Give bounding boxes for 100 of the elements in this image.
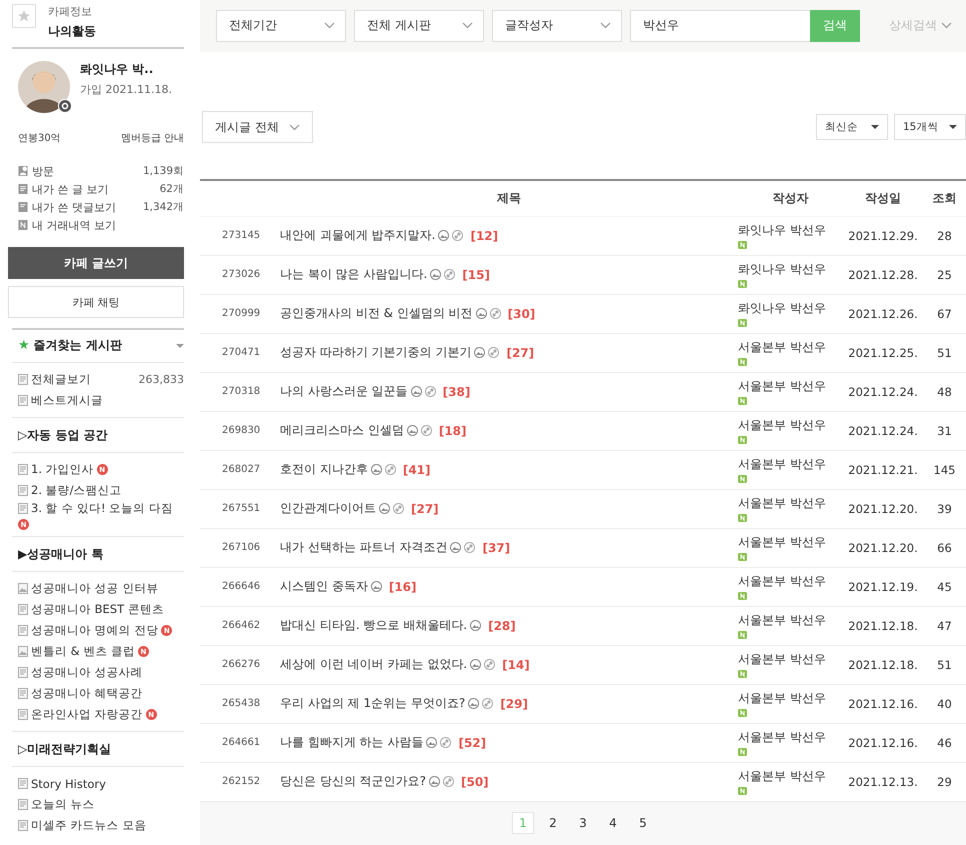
board-link[interactable]: Story History [18, 773, 184, 794]
comment-count-link[interactable]: [16] [388, 580, 416, 594]
post-title-link[interactable]: 공인중개사의 비전 & 인셀덤의 비전 [280, 305, 473, 322]
author-link[interactable]: 서울본부 박선우 [738, 339, 843, 356]
column-header: 제목 [496, 190, 522, 207]
post-title-link[interactable]: 시스템인 중독자 [280, 578, 368, 596]
post-number: 273026 [221, 269, 262, 280]
cafe-chat-button[interactable]: 카페 채팅 [8, 286, 184, 318]
comment-count-link[interactable]: [41] [402, 462, 430, 477]
view-count: 51 [936, 658, 953, 672]
board-link[interactable]: 베스트게시글 [18, 390, 184, 411]
page-link[interactable]: 2 [542, 812, 564, 834]
author-link[interactable]: 서울본부 박선우 [738, 651, 843, 668]
board-select[interactable]: 전체 게시판 [354, 10, 484, 42]
comment-count-link[interactable]: [52] [458, 736, 486, 750]
activity-link[interactable]: 방문 [32, 164, 139, 178]
search-field[interactable]: 박선우 [630, 10, 810, 42]
board-link[interactable]: 오늘의 뉴스 [18, 794, 184, 815]
page-link[interactable]: 5 [632, 812, 654, 834]
author-link[interactable]: 서울본부 박선우 [738, 573, 843, 590]
search-type-select[interactable]: 글작성자 [492, 10, 622, 42]
post-title-link[interactable]: 세상에 이런 네이버 카페는 없었다. [280, 656, 468, 674]
view-count: 51 [936, 346, 953, 360]
board-link[interactable]: 미셀주 카드뉴스 모음 [18, 815, 184, 836]
author-link[interactable]: 서울본부 박선우 [738, 729, 843, 746]
author-link[interactable]: 서울본부 박선우 [738, 495, 843, 512]
activity-link[interactable]: 내 거래내역 보기 [32, 218, 184, 232]
author-link[interactable]: 롸잇나우 박선우 [738, 222, 843, 240]
post-title-link[interactable]: 메리크리스마스 인셀덤 [280, 422, 404, 440]
comment-count-link[interactable]: [50] [461, 774, 489, 789]
post-title-link[interactable]: 나의 사랑스러운 일꾼들 [280, 383, 408, 400]
board-link[interactable]: 전체글보기 263,833 [18, 369, 184, 390]
chevron-down-icon [462, 22, 473, 30]
chevron-down-icon [941, 22, 952, 30]
comment-count-link[interactable]: [28] [488, 618, 516, 633]
comment-count-link[interactable]: [38] [442, 384, 470, 399]
author-link[interactable]: 서울본부 박선우 [738, 456, 843, 474]
sort-select[interactable]: 최신순 [816, 114, 888, 140]
author-link[interactable]: 서울본부 박선우 [738, 768, 843, 786]
section-title[interactable]: ▷미래전략기획실 [4, 732, 184, 766]
comment-count-link[interactable]: [27] [411, 502, 439, 516]
post-title-link[interactable]: 나를 힘빠지게 하는 사람들 [280, 734, 424, 752]
comment-count-link[interactable]: [12] [470, 228, 498, 243]
comment-count-link[interactable]: [15] [462, 268, 490, 282]
post-number: 266646 [221, 581, 262, 592]
board-link[interactable]: 성공매니아 혜택공간 [18, 683, 184, 704]
view-count: 45 [936, 580, 953, 594]
post-title-link[interactable]: 나는 복이 많은 사람입니다. [280, 266, 428, 284]
post-title-link[interactable]: 내안에 괴물에게 밥주지말자. [280, 227, 436, 244]
member-badge-icon [738, 475, 747, 484]
comment-count-link[interactable]: [30] [508, 306, 536, 321]
post-title-link[interactable]: 성공자 따라하기 기본기중의 기본기 [280, 344, 472, 362]
post-date: 2021.12.16. [847, 736, 919, 750]
member-grade: 연봉30억 [18, 132, 61, 145]
author-link[interactable]: 서울본부 박선우 [738, 534, 843, 552]
board-link[interactable]: 성공매니아 성공 인터뷰 [18, 578, 184, 599]
document-icon [18, 374, 28, 385]
post-title-link[interactable]: 우리 사업의 제 1순위는 무엇이죠? [280, 695, 466, 712]
section-title[interactable]: ▷자동 등업 공간 [4, 418, 184, 452]
period-select[interactable]: 전체기간 [216, 10, 346, 42]
author-link[interactable]: 서울본부 박선우 [738, 612, 843, 630]
author-link[interactable]: 서울본부 박선우 [738, 417, 843, 434]
view-count: 31 [936, 424, 953, 438]
post-title-link[interactable]: 밥대신 티타임. 빵으로 배채울테다. [280, 617, 468, 634]
post-title-link[interactable]: 호전이 지나간후 [280, 461, 368, 478]
comment-count-link[interactable]: [18] [438, 424, 466, 438]
my-activity-tab[interactable]: 나의활동 [48, 23, 96, 40]
activity-link[interactable]: 내가 쓴 글 보기 [32, 182, 156, 196]
board-link[interactable]: 2. 불량/스팸신고 [18, 480, 184, 501]
section-title[interactable]: ▶성공매니아 톡 [4, 537, 184, 571]
comment-count-link[interactable]: [29] [500, 696, 528, 711]
post-title-link[interactable]: 당신은 당신의 적군인가요? [280, 773, 426, 790]
photo-icon [476, 308, 487, 320]
post-date: 2021.12.28. [847, 268, 919, 282]
member-badge-icon [738, 592, 747, 600]
author-link[interactable]: 서울본부 박선우 [738, 378, 843, 396]
grade-guide-link[interactable]: 멤버등급 안내 [120, 131, 184, 145]
author-link[interactable]: 롸잇나우 박선우 [738, 261, 843, 278]
post-title-link[interactable]: 내가 선택하는 파트너 자격조건 [280, 539, 448, 556]
board-link[interactable]: 성공매니아 BEST 콘텐츠 [18, 599, 184, 620]
nickname: 롸잇나우 박.. [80, 61, 154, 78]
author-link[interactable]: 롸잇나우 박선우 [738, 300, 843, 318]
activity-link[interactable]: 내가 쓴 댓글보기 [32, 200, 139, 214]
view-count: 145 [932, 462, 956, 477]
page-link[interactable]: 3 [572, 812, 594, 834]
comment-count-link[interactable]: [14] [502, 658, 530, 672]
write-post-button[interactable]: 카페 글쓰기 [8, 247, 184, 279]
page-size-select[interactable]: 15개씩 [894, 114, 966, 140]
document-icon [18, 778, 28, 789]
post-number: 270999 [221, 308, 262, 320]
post-number: 266462 [221, 620, 262, 632]
settings-icon[interactable] [58, 99, 72, 113]
post-title-link[interactable]: 인간관계다이어트 [280, 500, 376, 518]
author-link[interactable]: 서울본부 박선우 [738, 690, 843, 708]
comment-count-link[interactable]: [27] [506, 346, 534, 360]
page-link[interactable]: 4 [602, 812, 624, 834]
comment-count-link[interactable]: [37] [482, 540, 510, 555]
board-link[interactable]: 성공매니아 성공사례 [18, 662, 184, 683]
post-filter-select[interactable]: 게시글 전체 [202, 111, 313, 144]
cafe-info-tab[interactable]: 카페정보 [48, 4, 96, 19]
